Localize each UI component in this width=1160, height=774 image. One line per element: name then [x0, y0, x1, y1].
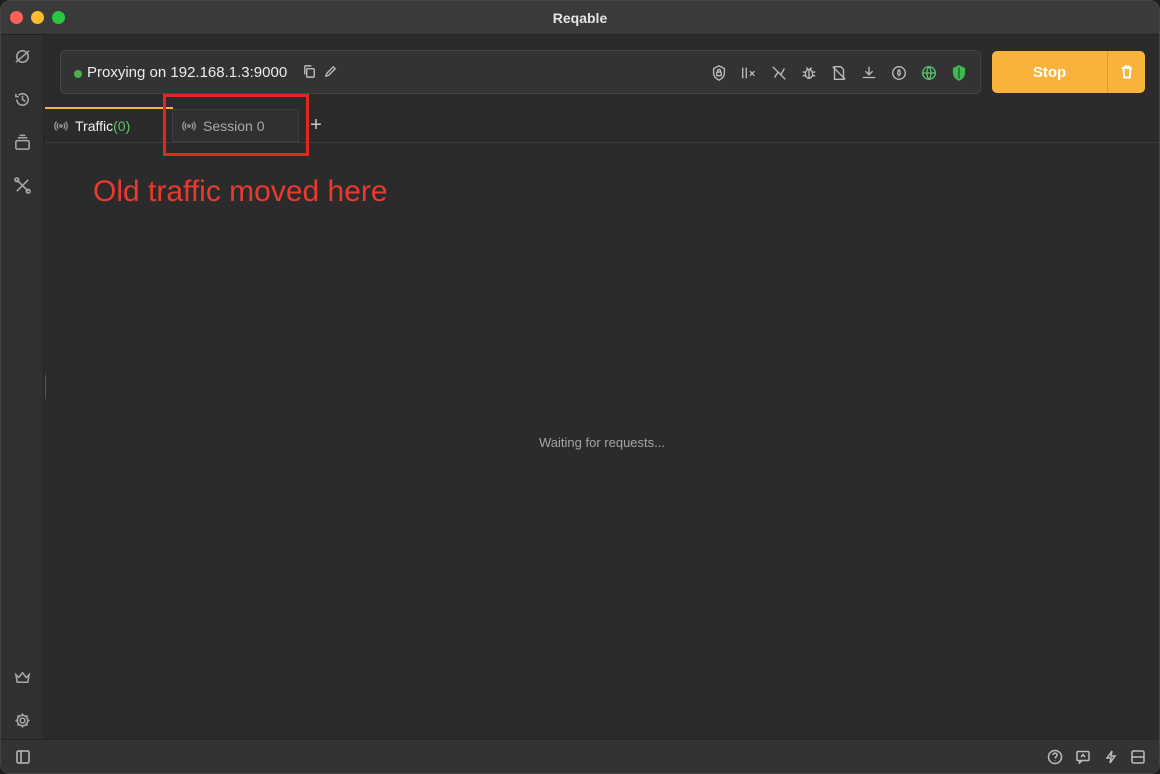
sidebar-toggle-icon[interactable]: [14, 748, 32, 766]
stop-proxy-button[interactable]: Stop: [992, 51, 1107, 93]
history-icon[interactable]: [9, 86, 35, 112]
shortcut-icon[interactable]: [1102, 748, 1120, 766]
tab-traffic-label: Traffic: [75, 118, 114, 134]
debug-icon[interactable]: [799, 63, 819, 83]
trash-icon: [1121, 65, 1132, 79]
capture-icon[interactable]: [9, 43, 35, 69]
clear-traffic-button[interactable]: [1107, 51, 1145, 93]
app-window: Reqable Proxying on 192.168.1.3:9000 Sto…: [0, 0, 1160, 774]
add-tab-button[interactable]: +: [307, 115, 325, 135]
tab-traffic-count: (0): [113, 118, 131, 134]
premium-icon[interactable]: [9, 664, 35, 690]
settings-icon[interactable]: [9, 707, 35, 733]
proxy-status-bar: Proxying on 192.168.1.3:9000: [60, 50, 981, 94]
mute-icon[interactable]: [739, 63, 759, 83]
shield-icon[interactable]: [949, 63, 969, 83]
empty-state-text: Waiting for requests...: [539, 435, 665, 450]
tools-icon[interactable]: [9, 172, 35, 198]
edit-icon[interactable]: [323, 64, 339, 80]
copy-icon[interactable]: [302, 64, 318, 80]
help-icon[interactable]: [1046, 748, 1064, 766]
annotation-highlight-box: [163, 94, 309, 156]
no-cache-icon[interactable]: [769, 63, 789, 83]
left-sidebar: [1, 35, 44, 739]
throttle-icon[interactable]: [889, 63, 909, 83]
main-panel: Proxying on 192.168.1.3:9000 Stop Traffi…: [45, 35, 1159, 739]
annotation-text: Old traffic moved here: [93, 175, 388, 208]
bottom-status-bar: [1, 739, 1159, 773]
collections-icon[interactable]: [9, 129, 35, 155]
sidebar-resize-handle[interactable]: [45, 375, 46, 399]
download-icon[interactable]: [859, 63, 879, 83]
tab-traffic[interactable]: Traffic (0): [45, 107, 173, 143]
ssl-lock-icon[interactable]: [709, 63, 729, 83]
proxy-status-text: Proxying on 192.168.1.3:9000: [87, 64, 288, 81]
layout-icon[interactable]: [1129, 748, 1147, 766]
block-icon[interactable]: [829, 63, 849, 83]
title-bar: Reqable: [1, 1, 1159, 35]
window-title: Reqable: [552, 10, 608, 26]
feedback-icon[interactable]: [1074, 748, 1092, 766]
global-proxy-icon[interactable]: [919, 63, 939, 83]
proxy-status-dot: [74, 70, 82, 78]
broadcast-icon: [54, 121, 68, 131]
